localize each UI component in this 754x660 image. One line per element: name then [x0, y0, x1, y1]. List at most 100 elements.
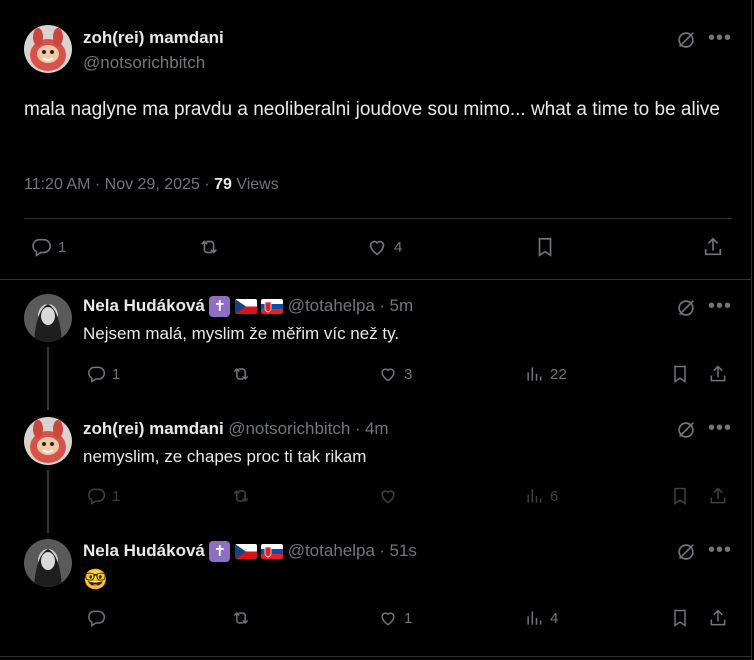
like-button[interactable]: 3 [378, 364, 412, 384]
avatar[interactable] [24, 417, 72, 465]
retweet-icon [233, 611, 249, 625]
slovak-flag-icon [261, 544, 284, 560]
author-name[interactable]: zoh(rei) mamdani [83, 28, 224, 48]
share-button[interactable] [708, 364, 728, 384]
grok-icon[interactable] [675, 419, 697, 441]
retweet-icon [233, 367, 249, 381]
retweet-button[interactable] [198, 236, 220, 258]
more-icon[interactable]: ••• [708, 417, 732, 440]
thread-line [47, 347, 49, 410]
author-name[interactable]: Nela Hudáková [83, 296, 205, 315]
author-handle[interactable]: @notsorichbitch [228, 419, 350, 438]
grok-icon[interactable] [675, 29, 697, 51]
post-date[interactable]: Nov 29, 2025 [105, 176, 200, 193]
post-time[interactable]: 51s [390, 541, 417, 560]
reply-header: zoh(rei) mamdani @notsorichbitch · 4m [83, 419, 389, 438]
bookmark-button[interactable] [670, 608, 690, 628]
like-icon [369, 240, 385, 256]
reply-text: Nejsem malá, myslim že měřim víc než ty. [83, 324, 400, 343]
views-icon [527, 489, 542, 503]
like-icon [381, 612, 395, 626]
czech-flag-icon [234, 544, 257, 560]
reply-action-bar: 1 4 [86, 608, 736, 632]
main-action-bar: 1 4 [30, 236, 730, 260]
reply-text: 🤓 [83, 569, 108, 591]
views-icon [527, 367, 542, 381]
views-button[interactable]: 6 [524, 486, 558, 506]
bookmark-icon [674, 487, 686, 505]
author-handle[interactable]: @notsorichbitch [83, 53, 205, 73]
reply-icon [88, 610, 106, 627]
retweet-icon [201, 240, 217, 254]
avatar-labubu-image [24, 25, 72, 73]
reply-button[interactable]: 1 [30, 236, 66, 258]
thread-line [47, 470, 49, 533]
like-button[interactable]: 1 [378, 608, 412, 628]
reply-header: Nela Hudáková ✝ @totahelpa · 51s [83, 541, 417, 563]
more-icon[interactable]: ••• [708, 295, 732, 318]
cross-badge: ✝ [209, 296, 231, 318]
retweet-button[interactable] [231, 364, 251, 384]
bookmark-button[interactable] [670, 486, 690, 506]
bookmark-button[interactable] [534, 236, 556, 258]
author-name[interactable]: zoh(rei) mamdani [83, 419, 224, 438]
views-button[interactable]: 22 [524, 364, 567, 384]
views-button[interactable]: 4 [524, 608, 558, 628]
reply-header: Nela Hudáková ✝ @totahelpa · 5m [83, 296, 414, 318]
avatar-photo [24, 294, 72, 342]
slovak-flag-icon [261, 299, 284, 315]
bookmark-icon [674, 609, 686, 627]
post-time[interactable]: 11:20 AM [24, 176, 90, 193]
reply-icon [88, 366, 106, 383]
reply-action-bar: 1 3 22 [86, 364, 736, 388]
share-icon [710, 609, 726, 626]
retweet-icon [233, 489, 249, 503]
like-button[interactable] [378, 486, 404, 506]
avatar[interactable] [24, 25, 72, 73]
views-label: Views [236, 176, 279, 193]
retweet-button[interactable] [231, 486, 251, 506]
avatar-photo [24, 539, 72, 587]
post-meta: 11:20 AM · Nov 29, 2025 · 79 Views [24, 176, 279, 193]
like-icon [381, 490, 395, 504]
author-name[interactable]: Nela Hudáková [83, 541, 205, 560]
reply-action-bar: 1 6 [86, 486, 736, 510]
views-icon [527, 611, 542, 625]
share-button[interactable] [708, 608, 728, 628]
share-button[interactable] [708, 486, 728, 506]
share-button[interactable] [702, 236, 724, 258]
retweet-button[interactable] [231, 608, 251, 628]
reply-button[interactable]: 1 [86, 364, 120, 384]
bookmark-icon [674, 365, 686, 383]
reply-button[interactable]: 1 [86, 486, 120, 506]
cross-badge: ✝ [209, 541, 231, 563]
bookmark-icon [538, 237, 552, 257]
share-icon [710, 365, 726, 382]
divider [0, 279, 752, 280]
reply-button[interactable] [86, 608, 112, 628]
avatar-labubu-image [24, 417, 72, 465]
grok-icon[interactable] [675, 297, 697, 319]
more-icon[interactable]: ••• [708, 27, 732, 50]
avatar[interactable] [24, 539, 72, 587]
divider [0, 656, 752, 657]
post-time[interactable]: 5m [390, 296, 414, 315]
divider [24, 218, 732, 219]
avatar[interactable] [24, 294, 72, 342]
author-handle[interactable]: @totahelpa [288, 296, 375, 315]
reply-icon [32, 238, 51, 257]
reply-text: nemyslim, ze chapes proc ti tak rikam [83, 447, 367, 466]
bookmark-button[interactable] [670, 364, 690, 384]
more-icon[interactable]: ••• [708, 539, 732, 562]
share-icon [710, 487, 726, 504]
post-thread: zoh(rei) mamdani @notsorichbitch ••• mal… [0, 0, 752, 660]
post-time[interactable]: 4m [365, 419, 389, 438]
post-text: mala naglyne ma pravdu a neoliberalni jo… [24, 99, 720, 120]
czech-flag-icon [234, 299, 257, 315]
author-handle[interactable]: @totahelpa [288, 541, 375, 560]
like-icon [381, 368, 395, 382]
grok-icon[interactable] [675, 541, 697, 563]
share-icon [704, 237, 722, 256]
reply-icon [88, 488, 106, 505]
like-button[interactable]: 4 [366, 236, 402, 258]
